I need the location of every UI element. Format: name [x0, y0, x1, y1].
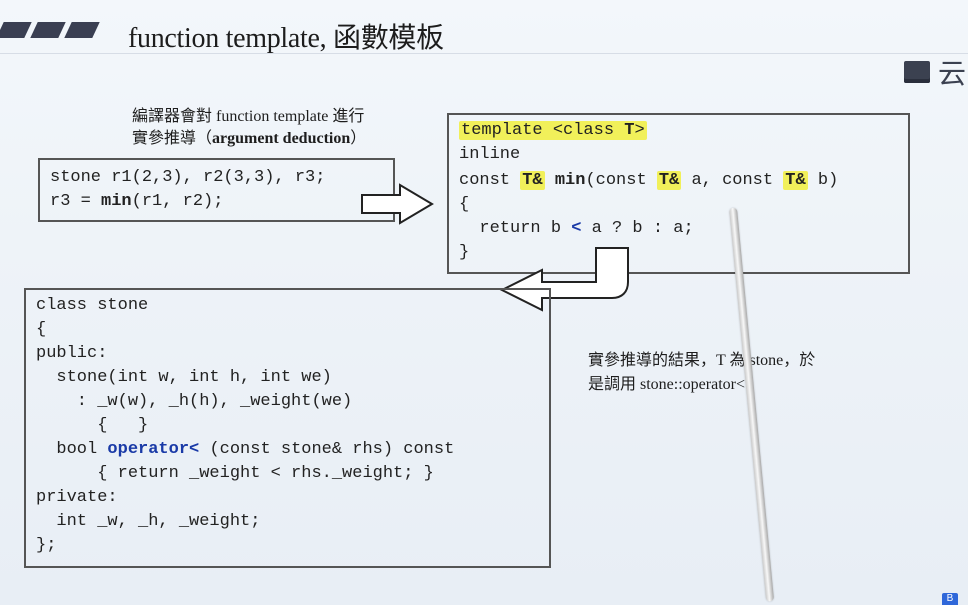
- class-line-8: { return _weight < rhs._weight; }: [36, 464, 434, 483]
- class-line-10: int _w, _h, _weight;: [36, 512, 261, 531]
- deduction-result-note: 實參推導的結果，T 為 stone，於 是調用 stone::operator<: [588, 349, 815, 397]
- template-line-6: }: [459, 243, 470, 262]
- class-line-11: };: [36, 536, 57, 555]
- template-line-2: inline: [459, 145, 521, 164]
- result-line-2: 是調用 stone::operator<: [588, 376, 745, 393]
- class-line-7: bool operator< (const stone& rhs) const: [36, 440, 455, 459]
- template-line-5: return b < a ? b : a;: [459, 219, 694, 238]
- class-line-2: {: [36, 320, 47, 339]
- class-line-3: public:: [36, 344, 108, 363]
- template-line-3: const T& min(const T& a, const T& b): [459, 171, 839, 190]
- brand-icon: [903, 61, 930, 83]
- note-line-2: 實參推導（argument deduction）: [132, 130, 367, 147]
- class-line-5: : _w(w), _h(h), _weight(we): [36, 392, 353, 411]
- slide-title: function template, 函數模板: [128, 23, 444, 54]
- brand-text: 云: [937, 58, 966, 89]
- call-code-line-2: r3 = min(r1, r2);: [50, 192, 224, 211]
- call-code-line-1: stone r1(2,3), r2(3,3), r3;: [50, 168, 326, 187]
- template-line-1: template <class T>: [459, 121, 647, 140]
- class-line-1: class stone: [36, 296, 149, 315]
- brand-logo: 云: [903, 56, 968, 89]
- right-arrow-icon: [361, 183, 434, 225]
- result-line-1: 實參推導的結果，T 為 stone，於: [588, 352, 816, 369]
- class-line-9: private:: [36, 488, 118, 507]
- corner-badge: B: [942, 593, 958, 605]
- title-rule: [0, 53, 968, 54]
- note-line-1: 編譯器會對 function template 進行: [132, 108, 365, 125]
- template-line-4: {: [459, 195, 470, 214]
- class-line-6: { }: [36, 416, 149, 435]
- class-line-4: stone(int w, int h, int we): [36, 368, 332, 387]
- note-argument-deduction: 編譯器會對 function template 進行 實參推導（argument…: [132, 106, 366, 150]
